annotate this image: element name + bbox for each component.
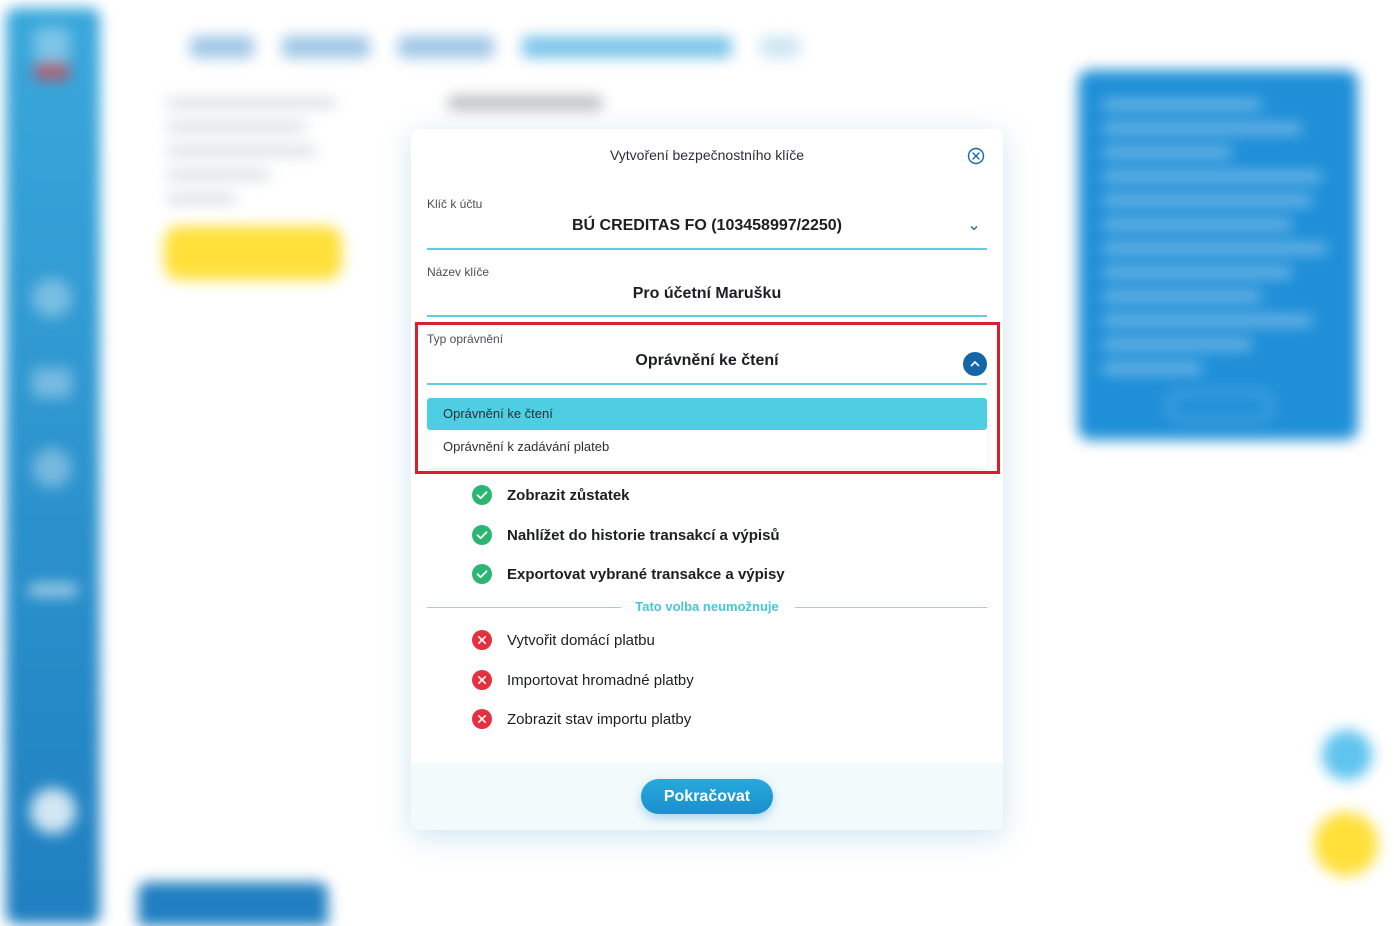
denied-item: Zobrazit stav importu platby xyxy=(471,708,691,730)
x-circle-icon xyxy=(472,709,492,729)
allowed-item: Zobrazit zůstatek xyxy=(471,484,630,506)
dropdown-option-payments[interactable]: Oprávnění k zadávání plateb xyxy=(427,431,987,463)
permission-type-select[interactable]: Typ oprávnění Oprávnění ke čtení xyxy=(427,332,987,388)
sidebar xyxy=(6,8,100,924)
key-name-field[interactable]: Název klíče Pro účetní Marušku xyxy=(427,265,987,319)
chevron-up-icon[interactable] xyxy=(963,352,987,376)
modal-title: Vytvoření bezpečnostního klíče xyxy=(609,147,805,163)
background-yellow-button xyxy=(164,226,342,280)
background-float-button xyxy=(1322,730,1372,780)
allowed-item-label: Nahlížet do historie transakcí a výpisů xyxy=(507,526,780,544)
top-tabs xyxy=(190,36,800,58)
allowed-item: Exportovat vybrané transakce a výpisy xyxy=(471,563,785,585)
check-circle-icon xyxy=(472,564,492,584)
permission-type-dropdown: Oprávnění ke čtení Oprávnění k zadávání … xyxy=(427,398,987,468)
continue-button[interactable]: Pokračovat xyxy=(641,779,773,814)
divider-label: Tato volba neumožnuje xyxy=(635,599,779,614)
modal-footer: Pokračovat xyxy=(411,763,1003,830)
denied-item-label: Importovat hromadné platby xyxy=(507,671,694,689)
permission-type-value: Oprávnění ke čtení xyxy=(635,352,779,369)
background-bottom-toolbar xyxy=(138,882,328,926)
not-allowed-divider: Tato volba neumožnuje xyxy=(427,599,987,615)
background-info-card xyxy=(1078,70,1358,440)
account-label: Klíč k účtu xyxy=(427,197,483,211)
denied-item-label: Vytvořit domácí platbu xyxy=(507,631,655,649)
account-value: BÚ CREDITAS FO (103458997/2250) xyxy=(571,217,843,234)
denied-item-label: Zobrazit stav importu platby xyxy=(507,710,692,728)
account-select[interactable]: Klíč k účtu BÚ CREDITAS FO (103458997/22… xyxy=(427,197,987,251)
dropdown-option-read[interactable]: Oprávnění ke čtení xyxy=(427,398,987,430)
key-name-value: Pro účetní Marušku xyxy=(632,285,782,302)
x-circle-icon xyxy=(472,670,492,690)
allowed-item-label: Exportovat vybrané transakce a výpisy xyxy=(507,565,785,583)
allowed-item-label: Zobrazit zůstatek xyxy=(507,486,630,504)
key-name-label: Název klíče xyxy=(427,265,490,279)
denied-item: Vytvořit domácí platbu xyxy=(471,629,655,651)
denied-item: Importovat hromadné platby xyxy=(471,669,694,691)
check-circle-icon xyxy=(472,525,492,545)
check-circle-icon xyxy=(472,485,492,505)
chevron-down-icon[interactable] xyxy=(969,223,979,233)
create-security-key-modal: Vytvoření bezpečnostního klíče Klíč k úč… xyxy=(411,129,1003,830)
allowed-item: Nahlížet do historie transakcí a výpisů xyxy=(471,524,780,546)
permission-type-label: Typ oprávnění xyxy=(427,332,504,346)
background-float-button-yellow xyxy=(1314,812,1378,876)
x-circle-icon xyxy=(472,630,492,650)
close-circle-icon[interactable] xyxy=(967,147,985,165)
